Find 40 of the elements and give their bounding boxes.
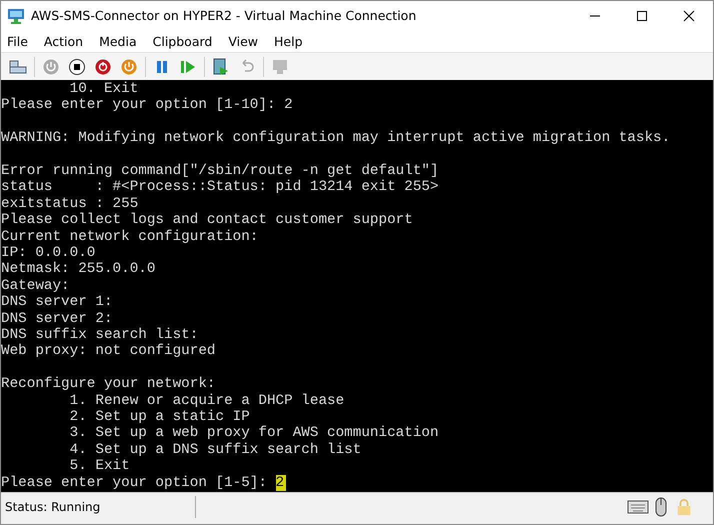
menu-item[interactable]: Help (272, 34, 311, 48)
console-line: WARNING: Modifying network configuration may interrupt active migration tasks. (1, 130, 672, 147)
mouse-icon (655, 497, 667, 517)
console-line: DNS suffix search list: (1, 327, 200, 344)
console-line: Gateway: (1, 278, 71, 294)
power-icon[interactable] (120, 58, 138, 76)
power-icon[interactable] (94, 58, 112, 76)
menu-item[interactable]: Action (42, 34, 92, 48)
console-line: DNS server 2: (1, 310, 114, 328)
menu-item[interactable]: View (226, 34, 266, 48)
console-line: Please enter your option [1-10]: 2 (1, 97, 294, 114)
keyboard-icon (627, 498, 649, 516)
menu-item[interactable]: File (5, 34, 36, 48)
stop-icon[interactable] (68, 58, 86, 76)
window-title: AWS-SMS-Connector on HYPER2 - Virtual Machine Connection (31, 8, 416, 23)
console-line: Please collect logs and contact customer support (1, 212, 414, 229)
console-line: Current network configuration: (1, 228, 260, 246)
console-line: Error running command["/sbin/route -n get default"] (1, 163, 440, 180)
keyboard-icon[interactable] (9, 58, 27, 76)
console-line: 10. Exit (68, 81, 140, 98)
console-line: 1. Renew or acquire a DHCP lease (68, 392, 346, 410)
console-line: Reconfigure your network: (1, 376, 216, 393)
status-text: Status: Running (1, 496, 196, 518)
console-line: exitstatus : 255 (1, 196, 140, 212)
menu-item[interactable]: Media (97, 34, 145, 48)
console-line: 5. Exit (68, 458, 131, 475)
console-prompt: Please enter your option [1-5]: (1, 474, 268, 492)
console-line: 4. Set up a DNS suffix search list (68, 442, 362, 458)
console-line: Netmask: 255.0.0.0 (1, 261, 156, 278)
console-line: Web proxy: not configured (1, 343, 216, 360)
console-line: 3. Set up a web proxy for AWS communication (68, 425, 440, 442)
console-line: IP: 0.0.0.0 (1, 245, 96, 262)
console-line: DNS server 1: (1, 294, 114, 311)
menu-item[interactable]: Clipboard (150, 34, 220, 48)
close-icon[interactable] (683, 10, 695, 22)
console-line: 2. Set up a static IP (68, 409, 251, 426)
app-icon (7, 8, 25, 24)
console-line: status : #<Process::Status: pid 13214 exit 255> (1, 179, 440, 196)
checkpoint-icon[interactable] (212, 58, 230, 76)
maximize-icon[interactable] (636, 10, 648, 22)
